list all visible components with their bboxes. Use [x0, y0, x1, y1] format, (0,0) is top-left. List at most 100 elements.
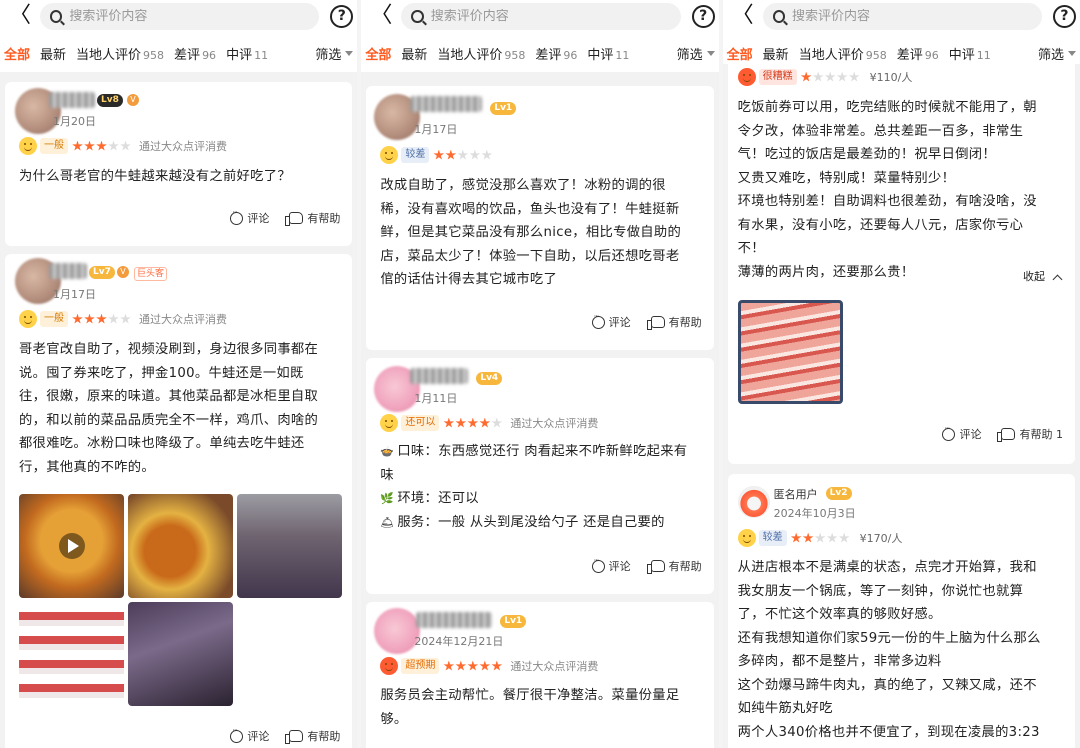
review-date: 2024年12月21日 — [414, 635, 504, 648]
text-line: 多碎肉，都不是整片，非常多边料 — [737, 654, 942, 669]
review-photo[interactable] — [128, 602, 233, 706]
helpful-button[interactable]: 有帮助 — [285, 728, 341, 744]
username-blurred[interactable] — [410, 368, 469, 384]
star-filled-icon — [802, 532, 814, 543]
filter-button[interactable]: 筛选 — [670, 42, 719, 64]
tab-neutral[interactable]: 中评 11 — [944, 44, 996, 63]
comment-button[interactable]: 评论 — [942, 424, 981, 442]
helpful-button[interactable]: 有帮助 — [285, 210, 341, 226]
via-text: 通过大众点评消费 — [139, 140, 227, 153]
tab-label: 最新 — [401, 47, 428, 63]
text-line: 还有我想知道你们家59元一份的牛上脑为什么那么 — [737, 630, 1041, 646]
helpful-label: 有帮助 — [307, 212, 341, 225]
review-date: 1月17日 — [53, 288, 96, 301]
tab-label: 中评 — [948, 47, 975, 63]
collapse-button[interactable]: 收起 — [1022, 268, 1063, 284]
helpful-button[interactable]: 有帮助 — [646, 314, 702, 330]
tab-label: 当地人评价 — [798, 47, 864, 63]
play-icon — [67, 539, 79, 553]
text-line: 两个人340价格也并不便宜了，到现在凌晨的3:23 — [737, 724, 1040, 740]
comment-button[interactable]: 评论 — [230, 726, 269, 744]
tab-all[interactable]: 全部 — [723, 44, 758, 63]
tab-latest[interactable]: 最新 — [396, 44, 432, 63]
tab-neutral[interactable]: 中评 11 — [582, 44, 634, 63]
screen-3: 〈 ? 全部 最新 当地人评价958 差评96 中评11 筛选 很糟糕 ¥110… — [722, 0, 1080, 748]
text-line: 都很难吃。冰粉口味也降级了。单纯去吃牛蛙还 — [19, 436, 305, 451]
tab-latest[interactable]: 最新 — [35, 44, 71, 63]
tab-local[interactable]: 当地人评价 958 — [432, 44, 530, 63]
avatar[interactable] — [737, 486, 770, 518]
via-text: 通过大众点评消费 — [510, 660, 599, 673]
via-text: 通过大众点评消费 — [510, 417, 599, 430]
review-photo[interactable] — [128, 494, 233, 598]
collapse-label: 收起 — [1022, 270, 1045, 283]
star-filled-icon — [491, 660, 503, 671]
search-input[interactable] — [792, 9, 1042, 24]
review-photo[interactable] — [19, 602, 124, 706]
review-photo[interactable] — [237, 494, 342, 598]
filter-button[interactable]: 筛选 — [1031, 42, 1080, 64]
tab-label: 全部 — [365, 47, 392, 63]
bell-icon: 🛎 — [380, 515, 395, 529]
helpful-button[interactable]: 有帮助 1 — [997, 426, 1063, 442]
comment-button[interactable]: 评论 — [230, 208, 269, 226]
tab-negative[interactable]: 差评 96 — [169, 44, 221, 63]
search-box[interactable] — [40, 3, 320, 30]
review-photo-video[interactable] — [19, 494, 124, 598]
tab-latest[interactable]: 最新 — [758, 44, 794, 63]
username-blurred[interactable] — [49, 92, 95, 108]
helpful-label: 有帮助 — [307, 730, 341, 743]
help-icon[interactable]: ? — [330, 5, 354, 28]
tab-count: 958 — [865, 48, 887, 62]
neutral-face-icon — [19, 310, 37, 328]
comment-label: 评论 — [608, 316, 631, 329]
tab-count: 11 — [254, 48, 269, 62]
text-line: 薄薄的两片肉，还要那么贵！ — [737, 264, 915, 280]
rating-label: 一般 — [40, 311, 68, 327]
help-icon[interactable]: ? — [691, 5, 715, 28]
star-filled-icon — [96, 313, 107, 324]
helpful-label: 有帮助 — [668, 316, 702, 329]
star-rating — [443, 660, 503, 672]
rating-row: 较差 — [380, 146, 500, 164]
search-icon — [772, 10, 786, 23]
rating-row: 较差 ¥170/人 — [737, 529, 902, 547]
tab-all[interactable]: 全部 — [361, 44, 396, 63]
review-photo[interactable] — [737, 300, 843, 404]
star-empty-icon — [108, 140, 119, 151]
tab-neutral[interactable]: 中评 11 — [221, 44, 273, 63]
tab-negative[interactable]: 差评 96 — [892, 44, 944, 63]
back-icon[interactable]: 〈 — [731, 4, 755, 28]
search-box[interactable] — [401, 3, 681, 30]
level-badge: Lv2 — [825, 487, 852, 500]
search-input[interactable] — [69, 9, 320, 24]
helpful-label: 有帮助 — [668, 560, 702, 573]
help-icon[interactable]: ? — [1052, 5, 1076, 28]
tab-all[interactable]: 全部 — [0, 44, 35, 63]
unhappy-face-icon — [737, 529, 756, 547]
back-icon[interactable]: 〈 — [8, 4, 32, 28]
username-blurred[interactable] — [416, 612, 493, 628]
review-actions: 评论 有帮助 — [230, 726, 341, 744]
tab-negative[interactable]: 差评 96 — [530, 44, 582, 63]
tab-label: 全部 — [726, 47, 753, 63]
text-line: 不！ — [737, 241, 765, 256]
review-date: 2024年10月3日 — [773, 507, 856, 520]
tab-local[interactable]: 当地人评价 958 — [71, 44, 169, 63]
username-blurred[interactable] — [410, 96, 483, 112]
comment-button[interactable]: 评论 — [591, 556, 631, 574]
filter-button[interactable]: 筛选 — [309, 42, 358, 64]
username[interactable]: 匿名用户 — [774, 486, 818, 502]
comment-icon — [230, 208, 244, 225]
comment-button[interactable]: 评论 — [591, 312, 631, 330]
back-icon[interactable]: 〈 — [369, 4, 393, 28]
helpful-button[interactable]: 有帮助 — [646, 558, 702, 574]
tab-local[interactable]: 当地人评价 958 — [794, 44, 892, 63]
username-blurred[interactable] — [49, 263, 87, 279]
comment-icon — [591, 556, 605, 573]
search-input[interactable] — [430, 9, 681, 24]
text-line: 我女朋友一个锅底，等了一刻钟，你说忙也就算 — [737, 583, 1024, 599]
rating-label: 较差 — [758, 530, 787, 546]
tab-label: 中评 — [226, 47, 253, 63]
search-box[interactable] — [762, 3, 1042, 30]
